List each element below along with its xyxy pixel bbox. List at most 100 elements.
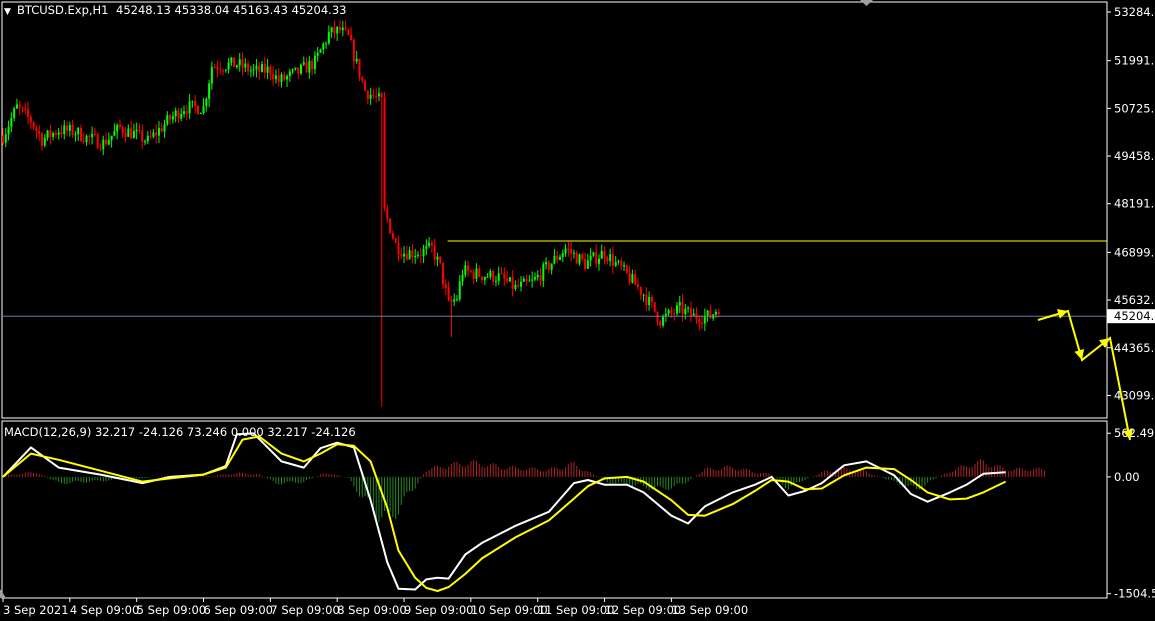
bear-candle-body [71, 124, 74, 136]
macd-lines-layer [2, 432, 1007, 592]
bull-candle-body [377, 93, 380, 97]
bull-candle-body [428, 242, 431, 246]
bull-candle-body [564, 248, 567, 254]
drawings-layer[interactable]: 45204.3 [2, 240, 1155, 441]
bull-candle-body [369, 94, 372, 99]
bull-candle-body [146, 135, 149, 142]
time-tick-label: 6 Sep 09:00 [204, 603, 273, 617]
bear-candle-body [620, 260, 623, 267]
bull-candle-body [494, 280, 497, 282]
bear-candle-body [358, 58, 361, 78]
time-axis: 3 Sep 2021 4 Sep 09:005 Sep 09:006 Sep 09… [2, 598, 748, 617]
bull-candle-body [623, 265, 626, 267]
symbol-dropdown-icon[interactable]: ▼ [4, 7, 11, 17]
bull-candle-body [687, 307, 690, 309]
price-pane-border [1, 1, 1108, 419]
bull-candle-body [545, 262, 548, 265]
bull-candle-body [274, 75, 277, 80]
bear-candle-body [380, 93, 383, 98]
bull-candle-body [291, 69, 294, 72]
price-tick-label: 51991.6 [1114, 54, 1155, 68]
bear-candle-body [216, 67, 219, 70]
bull-candle-body [648, 296, 651, 306]
bear-candle-body [525, 278, 528, 281]
bull-candle-body [199, 113, 202, 115]
bull-candle-body [113, 131, 116, 136]
bull-candle-body [403, 253, 406, 257]
time-tick-label: 7 Sep 09:00 [270, 603, 339, 617]
bear-candle-body [442, 262, 445, 285]
bull-candle-body [414, 255, 417, 258]
bull-candle-body [188, 101, 191, 114]
bull-candle-body [572, 252, 575, 254]
bear-candle-body [391, 233, 394, 239]
bear-candle-body [35, 127, 38, 132]
bear-candle-body [247, 63, 250, 72]
chart-ohlc-values: 45248.13 45338.04 45163.43 45204.33 [116, 3, 346, 17]
bear-candle-body [653, 302, 656, 312]
bear-candle-body [645, 294, 648, 306]
price-tick-label: 53284.3 [1114, 5, 1155, 19]
chart-frame [0, 0, 1108, 599]
bull-candle-body [486, 276, 489, 278]
bull-candle-body [514, 284, 517, 289]
bear-candle-body [639, 286, 642, 295]
bull-candle-body [675, 305, 678, 314]
bear-candle-body [469, 270, 472, 272]
bull-candle-body [208, 83, 211, 99]
bear-candle-body [185, 111, 188, 114]
bull-candle-body [157, 128, 160, 136]
bull-candle-body [77, 127, 80, 135]
bear-candle-body [118, 124, 121, 128]
bull-candle-body [714, 311, 717, 315]
bear-candle-body [105, 139, 108, 145]
bear-candle-body [155, 132, 158, 136]
bull-candle-body [313, 55, 316, 70]
bull-candle-body [617, 260, 620, 262]
bear-candle-body [297, 67, 300, 74]
bull-candle-body [322, 43, 325, 50]
bull-candle-body [202, 105, 205, 114]
bull-candle-body [489, 271, 492, 277]
bear-candle-body [141, 130, 144, 142]
bear-candle-body [650, 296, 653, 303]
bear-candle-body [194, 100, 197, 106]
macd-tick-label: 0.00 [1114, 470, 1140, 484]
bull-candle-body [85, 135, 88, 143]
bear-candle-body [656, 311, 659, 322]
bear-candle-body [478, 268, 481, 277]
bear-candle-body [169, 115, 172, 120]
time-tick-label: 12 Sep 09:00 [605, 603, 682, 617]
bear-candle-body [272, 73, 275, 80]
chart-canvas[interactable]: 53284.3 51991.6 50725.3 49458.3 48191.7 46899… [0, 0, 1155, 621]
bear-candle-body [82, 140, 85, 143]
bull-candle-body [13, 108, 16, 119]
bear-candle-body [709, 310, 712, 319]
candles-layer [2, 20, 720, 407]
bear-candle-body [24, 108, 27, 110]
bear-candle-body [481, 276, 484, 280]
bear-candle-body [701, 323, 704, 325]
bull-candle-body [191, 100, 194, 102]
bull-candle-body [230, 57, 233, 63]
bull-candle-body [171, 116, 174, 120]
bull-candle-body [255, 65, 258, 70]
bull-candle-body [280, 74, 283, 82]
bull-candle-body [127, 128, 130, 137]
bear-candle-body [659, 321, 662, 326]
bear-candle-body [96, 134, 99, 149]
price-tick-label: 44365.9 [1114, 341, 1155, 355]
macd-tick-label: -1504.5 [1114, 587, 1155, 601]
bull-candle-body [589, 255, 592, 261]
bear-candle-body [439, 256, 442, 263]
bear-candle-body [506, 278, 509, 282]
bull-candle-body [578, 254, 581, 264]
bear-candle-body [29, 116, 32, 123]
chart-shift-marker [860, 0, 873, 6]
bear-candle-body [364, 80, 367, 91]
bull-candle-body [107, 139, 110, 145]
bear-candle-body [689, 307, 692, 316]
bear-candle-body [444, 284, 447, 289]
bull-candle-body [536, 274, 539, 278]
bear-candle-body [124, 133, 127, 137]
